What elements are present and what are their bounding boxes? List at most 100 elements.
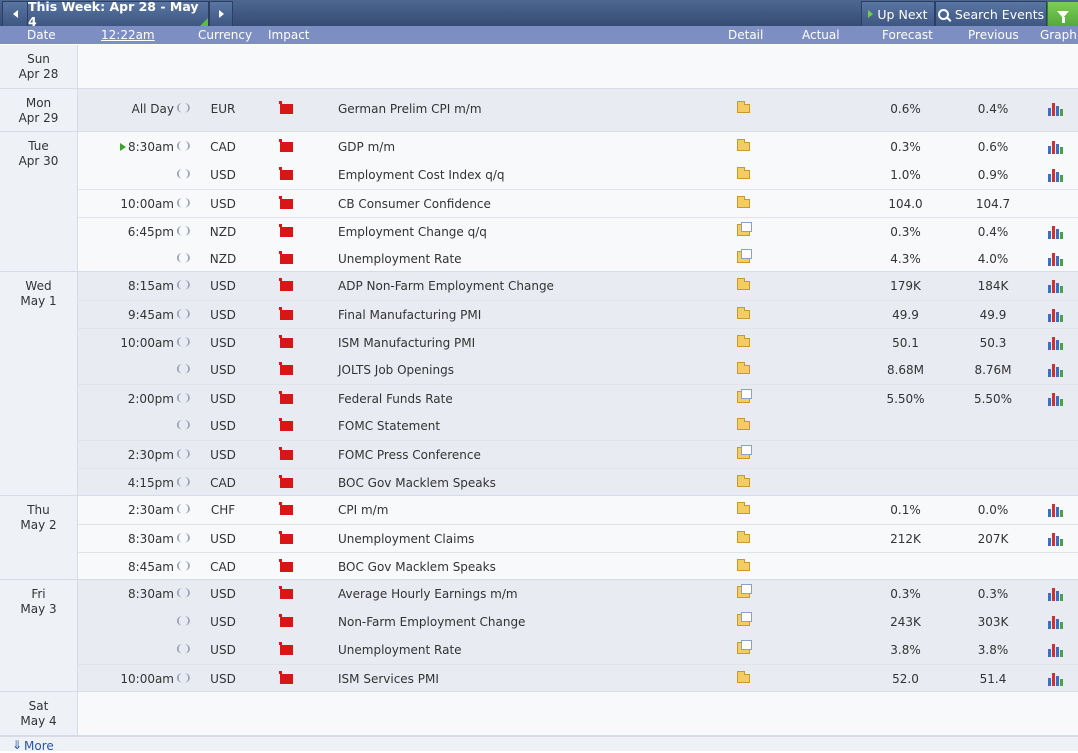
detail-button[interactable] — [737, 329, 753, 357]
detail-button[interactable] — [737, 385, 753, 413]
detail-button[interactable] — [737, 469, 753, 497]
graph-button[interactable] — [1048, 608, 1064, 636]
event-title[interactable]: FOMC Statement — [338, 412, 728, 440]
graph-button[interactable] — [1048, 385, 1064, 413]
graph-button[interactable] — [1048, 245, 1064, 273]
search-events-button[interactable]: Search Events — [935, 1, 1047, 27]
detail-button[interactable] — [737, 608, 753, 636]
event-title[interactable]: Non-Farm Employment Change — [338, 608, 728, 636]
alert-sound-icon[interactable]: ❨❩ — [175, 245, 192, 273]
more-label[interactable]: ⇓ More — [12, 738, 54, 753]
graph-button[interactable] — [1048, 580, 1064, 608]
event-row[interactable]: 10:00am ❨❩ USD ISM Manufacturing PMI 50.… — [78, 328, 1078, 356]
detail-button[interactable] — [737, 636, 753, 664]
alert-sound-icon[interactable]: ❨❩ — [175, 329, 192, 357]
graph-button[interactable] — [1048, 496, 1064, 524]
detail-button[interactable] — [737, 356, 753, 384]
alert-sound-icon[interactable]: ❨❩ — [175, 95, 192, 123]
event-title[interactable]: ISM Manufacturing PMI — [338, 329, 728, 357]
event-title[interactable]: ISM Services PMI — [338, 665, 728, 693]
graph-button[interactable] — [1048, 301, 1064, 329]
alert-sound-icon[interactable]: ❨❩ — [175, 412, 192, 440]
graph-button[interactable] — [1048, 161, 1064, 189]
event-title[interactable]: BOC Gov Macklem Speaks — [338, 469, 728, 497]
alert-sound-icon[interactable]: ❨❩ — [175, 553, 192, 581]
detail-button[interactable] — [737, 412, 753, 440]
event-row[interactable]: 4:15pm ❨❩ CAD BOC Gov Macklem Speaks — [78, 468, 1078, 496]
event-row[interactable]: 2:30pm ❨❩ USD FOMC Press Conference — [78, 440, 1078, 468]
event-row[interactable]: ❨❩ USD Unemployment Rate 3.8% 3.8% — [78, 636, 1078, 664]
alert-sound-icon[interactable]: ❨❩ — [175, 525, 192, 553]
alert-sound-icon[interactable]: ❨❩ — [175, 636, 192, 664]
detail-button[interactable] — [737, 245, 753, 273]
detail-button[interactable] — [737, 95, 753, 123]
detail-button[interactable] — [737, 441, 753, 469]
alert-sound-icon[interactable]: ❨❩ — [175, 441, 192, 469]
detail-button[interactable] — [737, 496, 753, 524]
alert-sound-icon[interactable]: ❨❩ — [175, 580, 192, 608]
alert-sound-icon[interactable]: ❨❩ — [175, 469, 192, 497]
event-row[interactable]: 2:30am ❨❩ CHF CPI m/m 0.1% 0.0% — [78, 496, 1078, 524]
event-row[interactable]: 2:00pm ❨❩ USD Federal Funds Rate 5.50% 5… — [78, 384, 1078, 412]
event-title[interactable]: CB Consumer Confidence — [338, 190, 728, 218]
detail-button[interactable] — [737, 190, 753, 218]
event-title[interactable]: CPI m/m — [338, 496, 728, 524]
event-title[interactable]: JOLTS Job Openings — [338, 356, 728, 384]
detail-button[interactable] — [737, 665, 753, 693]
filter-button[interactable] — [1047, 1, 1078, 27]
alert-sound-icon[interactable]: ❨❩ — [175, 385, 192, 413]
detail-button[interactable] — [737, 218, 753, 246]
event-title[interactable]: Average Hourly Earnings m/m — [338, 580, 728, 608]
event-row[interactable]: 10:00am ❨❩ USD CB Consumer Confidence 10… — [78, 189, 1078, 217]
event-row[interactable]: ❨❩ USD JOLTS Job Openings 8.68M 8.76M — [78, 356, 1078, 384]
graph-button[interactable] — [1048, 356, 1064, 384]
graph-button[interactable] — [1048, 636, 1064, 664]
graph-button[interactable] — [1048, 95, 1064, 123]
alert-sound-icon[interactable]: ❨❩ — [175, 218, 192, 246]
event-row[interactable]: 8:30am ❨❩ USD Average Hourly Earnings m/… — [78, 580, 1078, 608]
event-row[interactable]: 8:30am ❨❩ USD Unemployment Claims 212K 2… — [78, 524, 1078, 552]
event-row[interactable]: 9:45am ❨❩ USD Final Manufacturing PMI 49… — [78, 300, 1078, 328]
event-row[interactable]: ❨❩ USD Employment Cost Index q/q 1.0% 0.… — [78, 161, 1078, 189]
up-next-button[interactable]: Up Next — [861, 1, 935, 27]
event-row[interactable]: 8:30am ❨❩ CAD GDP m/m 0.3% 0.6% — [78, 133, 1078, 161]
event-row[interactable]: ❨❩ NZD Unemployment Rate 4.3% 4.0% — [78, 245, 1078, 273]
graph-button[interactable] — [1048, 329, 1064, 357]
event-title[interactable]: German Prelim CPI m/m — [338, 95, 728, 123]
detail-button[interactable] — [737, 580, 753, 608]
event-row[interactable]: 8:15am ❨❩ USD ADP Non-Farm Employment Ch… — [78, 272, 1078, 300]
detail-button[interactable] — [737, 301, 753, 329]
event-title[interactable]: GDP m/m — [338, 133, 728, 161]
alert-sound-icon[interactable]: ❨❩ — [175, 496, 192, 524]
graph-button[interactable] — [1048, 218, 1064, 246]
alert-sound-icon[interactable]: ❨❩ — [175, 161, 192, 189]
event-title[interactable]: FOMC Press Conference — [338, 441, 728, 469]
event-title[interactable]: Employment Change q/q — [338, 218, 728, 246]
event-title[interactable]: Employment Cost Index q/q — [338, 161, 728, 189]
event-title[interactable]: Final Manufacturing PMI — [338, 301, 728, 329]
event-row[interactable]: All Day ❨❩ EUR German Prelim CPI m/m 0.6… — [78, 95, 1078, 123]
graph-button[interactable] — [1048, 525, 1064, 553]
detail-button[interactable] — [737, 553, 753, 581]
header-time[interactable]: 12:22am — [101, 28, 155, 42]
event-title[interactable]: BOC Gov Macklem Speaks — [338, 553, 728, 581]
detail-button[interactable] — [737, 133, 753, 161]
graph-button[interactable] — [1048, 133, 1064, 161]
alert-sound-icon[interactable]: ❨❩ — [175, 608, 192, 636]
event-title[interactable]: Federal Funds Rate — [338, 385, 728, 413]
alert-sound-icon[interactable]: ❨❩ — [175, 190, 192, 218]
week-selector[interactable]: This Week: Apr 28 - May 4 — [27, 0, 209, 29]
next-week-button[interactable] — [209, 1, 233, 27]
event-row[interactable]: ❨❩ USD FOMC Statement — [78, 412, 1078, 440]
alert-sound-icon[interactable]: ❨❩ — [175, 356, 192, 384]
event-row[interactable]: 6:45pm ❨❩ NZD Employment Change q/q 0.3%… — [78, 217, 1078, 245]
event-row[interactable]: 8:45am ❨❩ CAD BOC Gov Macklem Speaks — [78, 552, 1078, 580]
graph-button[interactable] — [1048, 665, 1064, 693]
more-button[interactable]: ⇓ More — [0, 736, 1078, 753]
detail-button[interactable] — [737, 272, 753, 300]
event-title[interactable]: Unemployment Claims — [338, 525, 728, 553]
alert-sound-icon[interactable]: ❨❩ — [175, 133, 192, 161]
detail-button[interactable] — [737, 525, 753, 553]
event-title[interactable]: Unemployment Rate — [338, 636, 728, 664]
prev-week-button[interactable] — [2, 1, 28, 27]
